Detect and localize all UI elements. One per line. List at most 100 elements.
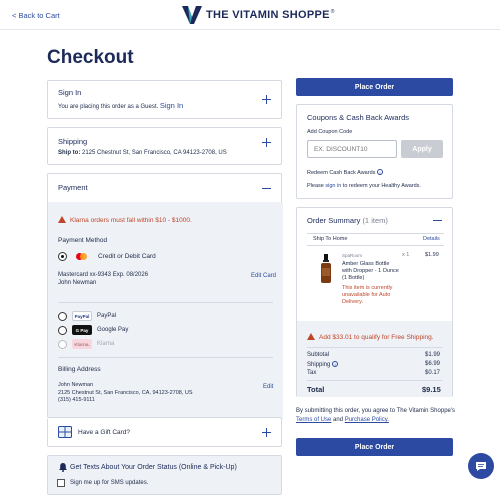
subtotal-label: Subtotal: [307, 352, 330, 358]
page-title: Checkout: [47, 47, 134, 68]
product-price: $1.99: [425, 252, 439, 258]
product-qty: x 1: [402, 252, 410, 258]
paypal-label[interactable]: PayPal: [97, 313, 116, 319]
info-icon[interactable]: i: [332, 361, 339, 367]
chat-button[interactable]: [468, 453, 494, 479]
guest-text: You are placing this order as a Guest.: [58, 104, 159, 110]
bell-icon: [59, 463, 67, 472]
sms-checkbox-label[interactable]: Sign me up for SMS updates.: [70, 480, 148, 486]
sign-in-link[interactable]: Sign In: [160, 101, 183, 110]
terms-of-use-link[interactable]: Terms of Use: [296, 417, 331, 423]
place-order-button-top[interactable]: Place Order: [296, 78, 453, 96]
billing-address-label: Billing Address: [58, 366, 101, 373]
chat-icon: [476, 461, 486, 471]
paypal-radio[interactable]: [58, 312, 67, 321]
subtotal-value: $1.99: [425, 352, 441, 358]
redeem-text-post: to redeem your Healthy Awards.: [342, 183, 421, 189]
klarna-radio[interactable]: [58, 340, 67, 349]
ship-to-address: 2125 Chestnut St, San Francisco, CA 9412…: [82, 150, 227, 156]
google-pay-radio[interactable]: [58, 326, 67, 335]
ship-to-label: Ship to:: [58, 150, 81, 156]
expand-sign-in-icon[interactable]: [262, 95, 271, 104]
card-radio[interactable]: [58, 252, 67, 261]
tax-value: $0.17: [425, 370, 441, 376]
billing-address: 2125 Chestnut St, San Francisco, CA, 941…: [58, 389, 193, 396]
sign-in-card[interactable]: Sign In You are placing this order as a …: [47, 80, 282, 119]
product-name[interactable]: Amber Glass Bottle with Dropper - 1 Ounc…: [342, 261, 400, 282]
summary-totals-panel: Add $33.01 to qualify for Free Shipping.…: [297, 321, 452, 397]
sign-in-text: You are placing this order as a Guest. S…: [58, 101, 183, 110]
sign-in-title: Sign In: [58, 88, 82, 97]
expand-gift-card-icon[interactable]: [262, 428, 271, 437]
shipping-title: Shipping: [58, 137, 88, 146]
card-option-label[interactable]: Credit or Debit Card: [98, 253, 156, 260]
ship-to-line: Ship to: 2125 Chestnut St, San Francisco…: [58, 150, 227, 156]
terms-text-pre: By submitting this order, you agree to T…: [296, 408, 456, 414]
divider: [307, 233, 444, 234]
redeem-sign-in-link[interactable]: sign in: [325, 183, 341, 189]
coupons-card: Coupons & Cash Back Awards Add Coupon Co…: [296, 104, 453, 199]
auto-delivery-notice: This item is currently unavailable for A…: [342, 285, 393, 305]
payment-method-label: Payment Method: [58, 237, 108, 244]
shipping-value: $6.99: [425, 361, 441, 367]
divider: [307, 245, 444, 246]
product-image[interactable]: [320, 254, 332, 284]
info-icon[interactable]: i: [376, 169, 383, 175]
klarna-label[interactable]: Klarna: [97, 341, 114, 347]
google-pay-label[interactable]: Google Pay: [97, 327, 128, 333]
coupon-code-input[interactable]: [307, 140, 397, 158]
total-value: $9.15: [422, 385, 441, 394]
warning-icon: [307, 333, 315, 340]
redeem-text-pre: Please: [307, 183, 324, 189]
billing-phone: (315) 415-9111: [58, 397, 95, 403]
shipping-row-label: Shipping i: [307, 361, 339, 368]
billing-name: John Newman: [58, 382, 94, 388]
apply-coupon-button[interactable]: Apply: [401, 140, 443, 158]
paypal-icon: PayPal: [72, 311, 92, 321]
terms-text: By submitting this order, you agree to T…: [296, 407, 456, 425]
sms-card: Get Texts About Your Order Status (Onlin…: [47, 455, 282, 495]
order-summary-title: Order Summary: [307, 216, 361, 225]
purchase-policy-link[interactable]: Purchase Policy.: [345, 417, 389, 423]
divider: [58, 357, 273, 358]
coupons-title: Coupons & Cash Back Awards: [307, 113, 410, 122]
edit-billing-link[interactable]: Edit: [263, 384, 273, 390]
product-brand: SpaRoom: [342, 253, 363, 258]
expand-shipping-icon[interactable]: [262, 138, 271, 147]
payment-body: Klarna orders must fall within $10 - $10…: [48, 202, 283, 417]
order-summary-count: (1 item): [362, 216, 388, 225]
brand-registered-mark: ®: [330, 9, 335, 15]
details-link[interactable]: Details: [423, 236, 440, 242]
payment-card: Payment Klarna orders must fall within $…: [47, 173, 283, 419]
place-order-button-bottom[interactable]: Place Order: [296, 438, 453, 456]
saved-card-number: Mastercard xx-9343 Exp. 08/2026: [58, 272, 149, 278]
sms-checkbox[interactable]: [57, 479, 65, 487]
gift-card-row[interactable]: Have a Gift Card?: [47, 418, 282, 447]
mastercard-icon: [75, 251, 89, 261]
order-summary-card: Order Summary (1 item) Ship To Home Deta…: [296, 207, 453, 397]
redeem-label: Redeem Cash Back Awards: [307, 170, 376, 176]
sms-title: Get Texts About Your Order Status (Onlin…: [70, 464, 237, 471]
coupon-code-label: Add Coupon Code: [307, 129, 353, 135]
brand-logo[interactable]: THE VITAMIN SHOPPE ®: [182, 6, 334, 24]
divider: [307, 347, 442, 348]
vitamin-shoppe-v-icon: [182, 6, 202, 24]
terms-and-text: and: [333, 417, 344, 423]
shipping-label: Shipping: [307, 362, 331, 368]
divider: [307, 380, 442, 381]
free-shipping-text: Add $33.01 to qualify for Free Shipping.: [319, 334, 434, 341]
free-shipping-message: Add $33.01 to qualify for Free Shipping.: [307, 333, 434, 341]
ship-to-home-label: Ship To Home: [313, 236, 348, 242]
google-pay-icon: G Pay: [72, 325, 92, 335]
tax-label: Tax: [307, 370, 317, 376]
redeem-label-row: Redeem Cash Back Awards i: [307, 169, 383, 176]
back-to-cart-link[interactable]: < Back to Cart: [12, 11, 60, 20]
divider: [58, 302, 273, 303]
collapse-payment-icon[interactable]: [262, 188, 271, 189]
warning-icon: [58, 216, 66, 223]
saved-card-name: John Newman: [58, 280, 97, 286]
collapse-summary-icon[interactable]: [433, 220, 442, 221]
brand-name: THE VITAMIN SHOPPE: [206, 9, 330, 21]
shipping-card[interactable]: Shipping Ship to: 2125 Chestnut St, San …: [47, 127, 282, 165]
edit-card-link[interactable]: Edit Card: [251, 273, 276, 279]
